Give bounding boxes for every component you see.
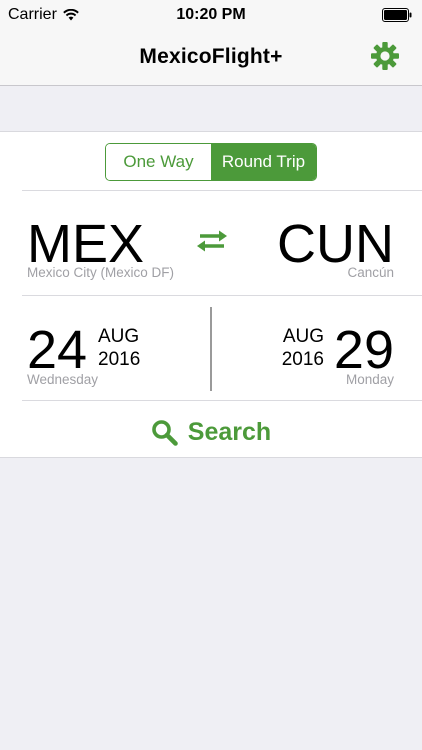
search-label: Search [187, 417, 272, 446]
swap-arrows-icon[interactable] [196, 229, 228, 253]
return-year: 2016 [281, 349, 324, 370]
divider [22, 400, 422, 401]
destination-city: Cancún [347, 265, 394, 280]
departure-year: 2016 [98, 349, 141, 370]
round-trip-option[interactable]: Round Trip [211, 144, 316, 180]
navigation-bar: MexicoFlight+ [0, 30, 422, 86]
divider [22, 190, 422, 191]
status-time: 10:20 PM [176, 6, 246, 23]
origin-city: Mexico City (Mexico DF) [27, 265, 175, 280]
trip-type-segmented-control: One Way Round Trip [105, 143, 317, 181]
battery-icon [382, 8, 412, 22]
flight-search-card: One Way Round Trip MEX Mexico City (Mexi… [0, 131, 422, 458]
one-way-option[interactable]: One Way [106, 144, 211, 180]
status-bar: Carrier 10:20 PM [0, 0, 422, 30]
departure-month: AUG [98, 326, 140, 347]
page-title: MexicoFlight+ [139, 45, 283, 68]
return-day: 29 [333, 320, 394, 380]
gear-icon[interactable] [370, 41, 400, 71]
search-button[interactable]: Search [0, 410, 422, 454]
departure-weekday: Wednesday [27, 372, 99, 387]
return-month: AUG [282, 326, 324, 347]
return-weekday: Monday [345, 372, 394, 387]
search-icon [151, 419, 178, 446]
divider [22, 295, 422, 296]
departure-day: 24 [27, 320, 88, 380]
date-separator [210, 307, 212, 391]
